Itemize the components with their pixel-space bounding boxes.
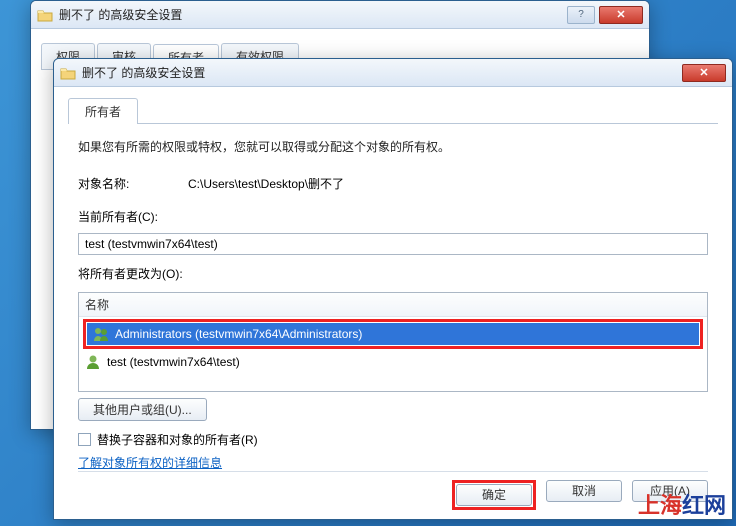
list-header[interactable]: 名称 [79,293,707,317]
current-owner-label: 当前所有者(C): [78,208,158,225]
subtab-owner[interactable]: 所有者 [68,98,138,124]
folder-icon [60,66,76,80]
users-icon [93,326,109,342]
parent-titlebar[interactable]: 删不了 的高级安全设置 ? ✕ [31,1,649,29]
replace-checkbox[interactable] [78,433,91,446]
watermark-part1: 上海 [638,493,682,518]
object-name-label: 对象名称: [78,175,188,192]
dialog-footer: 确定 取消 应用(A) [78,471,708,510]
owner-row-label: Administrators (testvmwin7x64\Administra… [115,327,362,341]
object-name-value: C:\Users\test\Desktop\删不了 [188,175,344,192]
owner-row-label: test (testvmwin7x64\test) [107,355,240,369]
change-owner-label: 将所有者更改为(O): [78,265,183,282]
current-owner-field: test (testvmwin7x64\test) [78,233,708,255]
ok-highlight: 确定 [452,480,536,510]
cancel-button[interactable]: 取消 [546,480,622,502]
parent-close-button[interactable]: ✕ [599,6,643,24]
watermark: 上海红网 [638,488,726,520]
intro-text: 如果您有所需的权限或特权，您就可以取得或分配这个对象的所有权。 [78,138,708,155]
owner-titlebar[interactable]: 删不了 的高级安全设置 ✕ [54,59,732,87]
ok-button[interactable]: 确定 [456,484,532,506]
owner-subtabs: 所有者 [68,97,718,124]
other-users-button[interactable]: 其他用户或组(U)... [78,398,207,421]
owner-row-administrators[interactable]: Administrators (testvmwin7x64\Administra… [87,323,699,345]
owner-dialog: 删不了 的高级安全设置 ✕ 所有者 如果您有所需的权限或特权，您就可以取得或分配… [53,58,733,520]
current-owner-value: test (testvmwin7x64\test) [85,237,218,251]
folder-icon [37,8,53,22]
parent-title: 删不了 的高级安全设置 [59,6,565,23]
replace-checkbox-label: 替换子容器和对象的所有者(R) [97,431,258,448]
owner-close-button[interactable]: ✕ [682,64,726,82]
owner-row-test[interactable]: test (testvmwin7x64\test) [79,351,707,373]
watermark-part2: 红网 [682,493,726,518]
owner-listbox[interactable]: 名称 Administrators (testvmwin7x64\Adminis… [78,292,708,392]
learn-more-link[interactable]: 了解对象所有权的详细信息 [78,454,708,471]
user-icon [85,354,101,370]
help-button[interactable]: ? [567,6,595,24]
owner-title: 删不了 的高级安全设置 [82,64,678,81]
selection-highlight: Administrators (testvmwin7x64\Administra… [83,319,703,349]
